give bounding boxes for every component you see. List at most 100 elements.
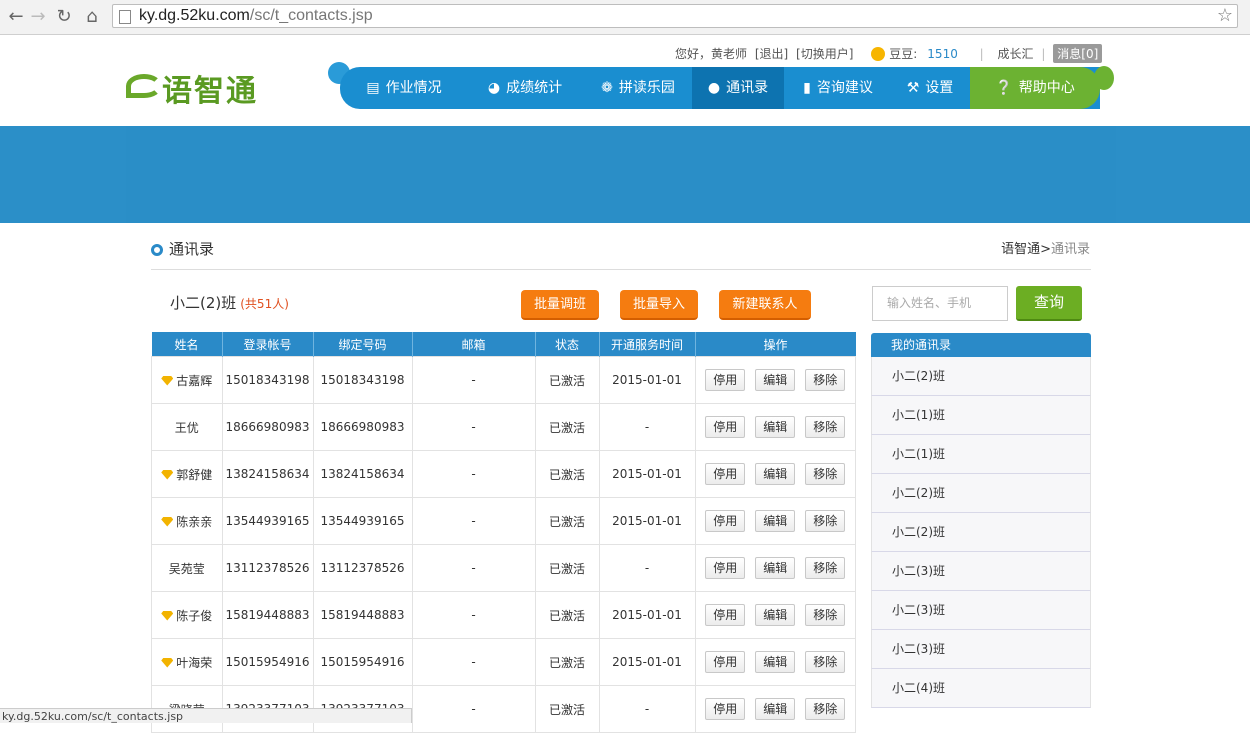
- remove-button[interactable]: 移除: [805, 698, 846, 720]
- batch-import-button[interactable]: 批量导入: [620, 290, 698, 320]
- decor-splash: [1094, 66, 1114, 90]
- table-row: 郭舒健 13824158634 13824158634- 已激活 2015-01-01 停…: [151, 450, 856, 498]
- home-icon[interactable]: ⌂: [80, 5, 104, 29]
- disable-button[interactable]: 停用: [705, 698, 746, 720]
- breadcrumb: 语智通>通讯录: [1001, 242, 1090, 257]
- breadcrumb-root[interactable]: 语智通: [1001, 242, 1040, 257]
- cell-date: 2015-01-01: [598, 450, 696, 498]
- bookmark-star-icon[interactable]: ☆: [1217, 5, 1233, 26]
- col-email[interactable]: 邮箱: [412, 332, 536, 357]
- disable-button[interactable]: 停用: [705, 604, 746, 626]
- greeting-text: 您好，黄老师: [675, 47, 748, 61]
- table-row: 王优 18666980983 18666980983- 已激活 - 停用 编辑 移除: [151, 403, 856, 451]
- cell-status: 已激活: [534, 638, 600, 686]
- disable-button[interactable]: 停用: [705, 463, 746, 485]
- col-phone[interactable]: 绑定号码: [313, 332, 413, 357]
- cell-phone: 13112378526: [312, 544, 413, 592]
- disable-button[interactable]: 停用: [705, 369, 746, 391]
- cell-status: 已激活: [534, 450, 600, 498]
- search-input[interactable]: 输入姓名、手机: [872, 286, 1008, 321]
- cell-phone: 13824158634: [312, 450, 413, 498]
- growth-link[interactable]: 成长汇: [998, 47, 1034, 61]
- search-button[interactable]: 查询: [1016, 286, 1082, 321]
- page-title: 通讯录: [151, 238, 214, 259]
- sidebar-class-item[interactable]: 小二(3)班: [871, 630, 1091, 669]
- back-arrow-icon[interactable]: ←: [4, 5, 28, 29]
- cell-account: 15819448883: [221, 591, 314, 639]
- vip-diamond-icon: [161, 469, 174, 480]
- nav-phonics[interactable]: ❁ 拼读乐园: [584, 67, 692, 109]
- col-name[interactable]: 姓名: [151, 332, 223, 357]
- nav-homework[interactable]: ▤ 作业情况: [354, 67, 454, 109]
- table-row: 陈子俊 15819448883 15819448883- 已激活 2015-01-01 停…: [151, 591, 856, 639]
- disable-button[interactable]: 停用: [705, 557, 746, 579]
- col-status[interactable]: 状态: [535, 332, 600, 357]
- edit-button[interactable]: 编辑: [755, 463, 796, 485]
- logout-link[interactable]: [退出]: [755, 47, 788, 61]
- sidebar-class-item[interactable]: 小二(3)班: [871, 591, 1091, 630]
- vip-diamond-icon: [161, 516, 174, 527]
- cell-phone: 15015954916: [312, 638, 413, 686]
- remove-button[interactable]: 移除: [805, 604, 846, 626]
- edit-button[interactable]: 编辑: [755, 369, 796, 391]
- col-account[interactable]: 登录帐号: [222, 332, 314, 357]
- cell-account: 13824158634: [221, 450, 314, 498]
- remove-button[interactable]: 移除: [805, 510, 846, 532]
- nav-settings[interactable]: ⚒ 设置: [892, 67, 968, 109]
- forward-arrow-icon[interactable]: →: [26, 5, 50, 29]
- cell-status: 已激活: [534, 403, 600, 451]
- switch-user-link[interactable]: [切换用户]: [796, 47, 853, 61]
- nav-contacts[interactable]: ● 通讯录: [692, 67, 784, 109]
- leaf-logo-icon: [126, 74, 162, 98]
- cell-actions: 停用 编辑 移除: [694, 544, 856, 592]
- wrench-icon: ⚒: [906, 80, 920, 96]
- edit-button[interactable]: 编辑: [755, 416, 796, 438]
- vip-diamond-icon: [161, 657, 174, 668]
- sidebar-class-item[interactable]: 小二(2)班: [871, 357, 1091, 396]
- edit-button[interactable]: 编辑: [755, 510, 796, 532]
- divider: [151, 269, 1091, 270]
- flower-icon: ❁: [601, 80, 613, 96]
- edit-button[interactable]: 编辑: [755, 698, 796, 720]
- nav-feedback[interactable]: ▮ 咨询建议: [788, 67, 888, 109]
- reload-icon[interactable]: ↻: [52, 5, 76, 29]
- col-date[interactable]: 开通服务时间: [599, 332, 696, 357]
- remove-button[interactable]: 移除: [805, 557, 846, 579]
- cell-actions: 停用 编辑 移除: [694, 450, 856, 498]
- remove-button[interactable]: 移除: [805, 651, 846, 673]
- edit-button[interactable]: 编辑: [755, 557, 796, 579]
- new-contact-button[interactable]: 新建联系人: [719, 290, 811, 320]
- remove-button[interactable]: 移除: [805, 416, 846, 438]
- cell-name: 郭舒健: [151, 450, 223, 498]
- sidebar-class-item[interactable]: 小二(1)班: [871, 396, 1091, 435]
- cell-phone: 18666980983: [312, 403, 413, 451]
- class-title: 小二(2)班 (共51人): [170, 294, 289, 312]
- batch-transfer-button[interactable]: 批量调班: [521, 290, 599, 320]
- nav-help[interactable]: ❔ 帮助中心: [970, 67, 1100, 109]
- cell-email: -: [411, 591, 536, 639]
- cell-actions: 停用 编辑 移除: [694, 497, 856, 545]
- disable-button[interactable]: 停用: [705, 416, 746, 438]
- disable-button[interactable]: 停用: [705, 651, 746, 673]
- table-row: 叶海荣 15015954916 15015954916- 已激活 2015-01-01 停…: [151, 638, 856, 686]
- messages-badge[interactable]: 消息[0]: [1053, 44, 1103, 63]
- sidebar-class-item[interactable]: 小二(3)班: [871, 552, 1091, 591]
- edit-button[interactable]: 编辑: [755, 604, 796, 626]
- remove-button[interactable]: 移除: [805, 463, 846, 485]
- edit-button[interactable]: 编辑: [755, 651, 796, 673]
- sidebar-class-item[interactable]: 小二(4)班: [871, 669, 1091, 708]
- circle-bullet-icon: [151, 244, 163, 256]
- doc-icon: ▤: [366, 80, 380, 96]
- cell-status: 已激活: [534, 356, 600, 404]
- address-bar[interactable]: ky.dg.52ku.com/sc/t_contacts.jsp ☆: [112, 4, 1238, 28]
- col-actions[interactable]: 操作: [695, 332, 856, 357]
- disable-button[interactable]: 停用: [705, 510, 746, 532]
- chat-icon: ▮: [803, 80, 811, 96]
- sidebar-class-item[interactable]: 小二(2)班: [871, 474, 1091, 513]
- nav-scores[interactable]: ◕ 成绩统计: [470, 67, 580, 109]
- remove-button[interactable]: 移除: [805, 369, 846, 391]
- sidebar-class-item[interactable]: 小二(2)班: [871, 513, 1091, 552]
- sidebar-class-item[interactable]: 小二(1)班: [871, 435, 1091, 474]
- cell-status: 已激活: [534, 685, 600, 733]
- table-header-row: 姓名 登录帐号 绑定号码 邮箱 状态 开通服务时间 操作: [151, 332, 856, 357]
